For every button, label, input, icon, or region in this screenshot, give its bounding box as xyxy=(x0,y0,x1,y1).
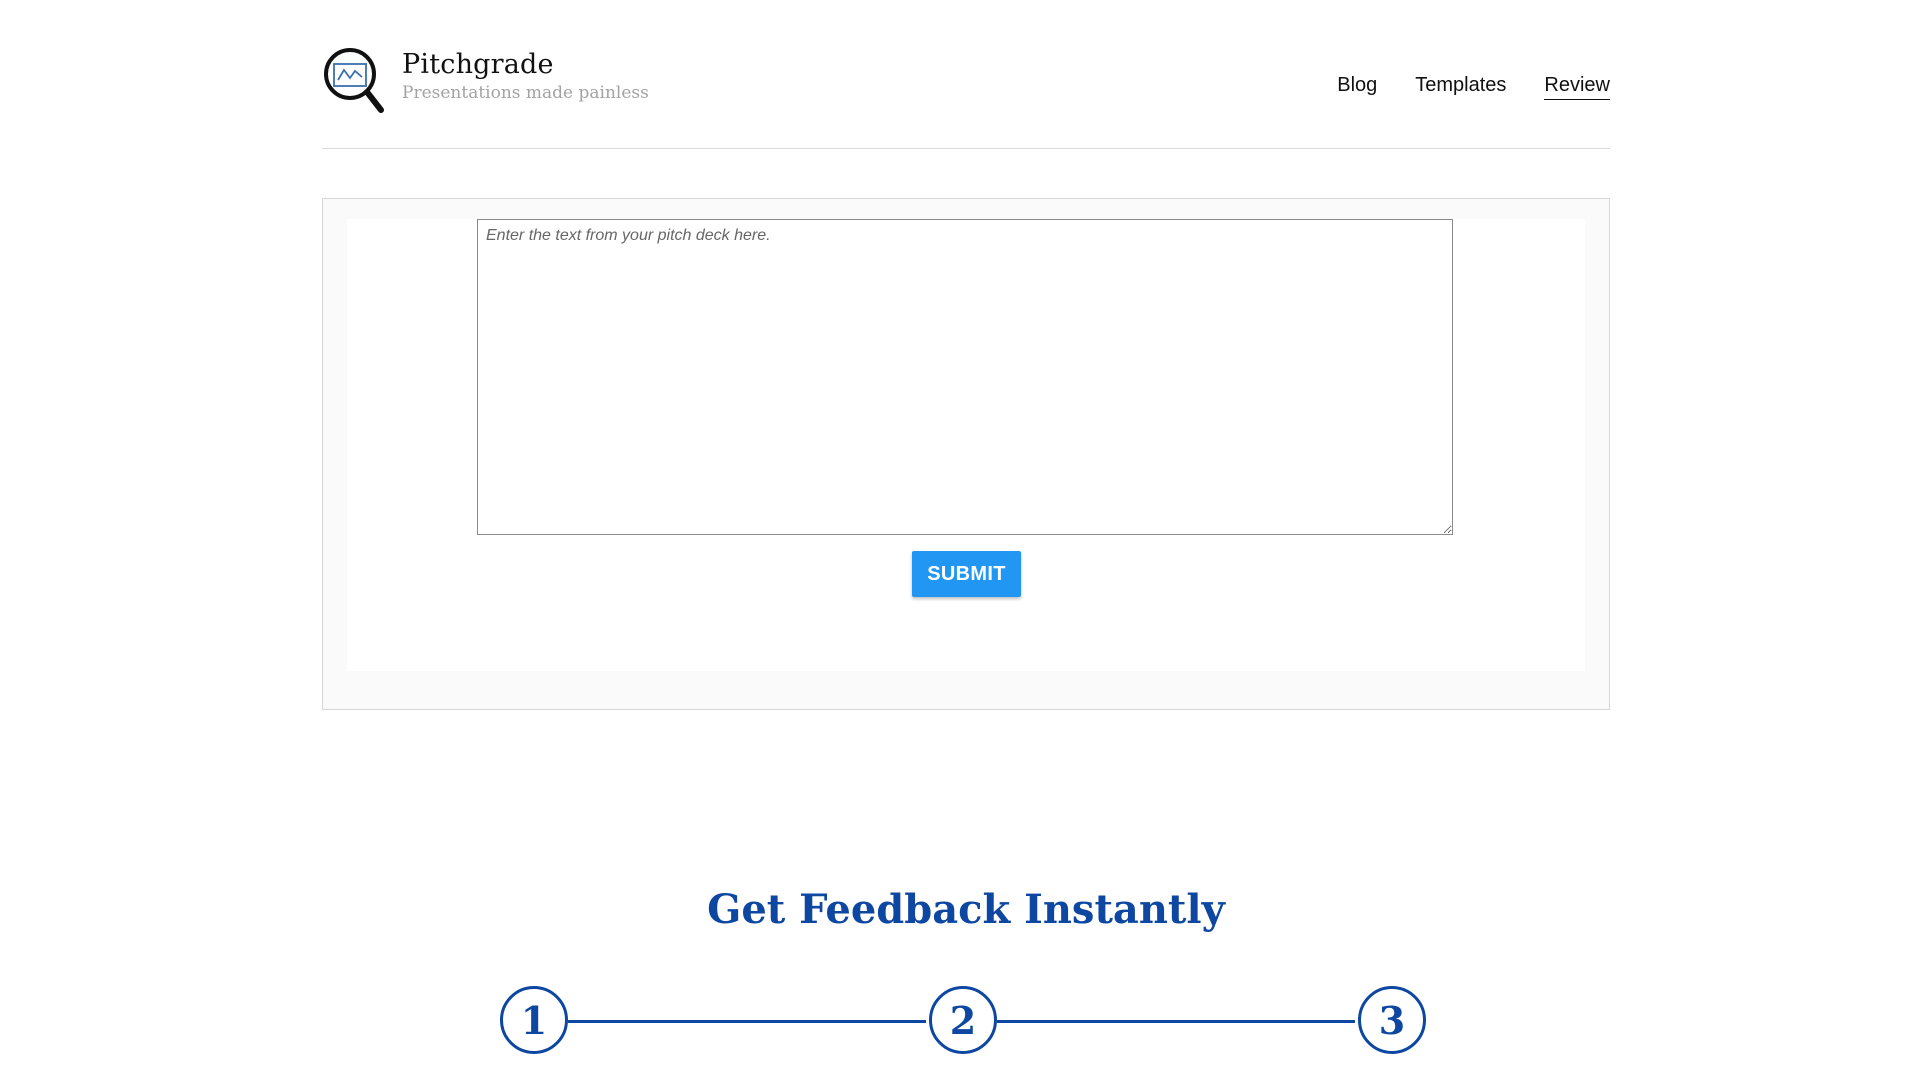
review-form: SUBMIT xyxy=(347,219,1585,671)
brand-title[interactable]: Pitchgrade xyxy=(402,48,649,82)
step-2-circle: 2 xyxy=(929,986,997,1054)
steps-timeline: 1 2 3 xyxy=(322,982,1610,1062)
nav-item-review[interactable]: Review xyxy=(1544,72,1610,100)
step-connector xyxy=(997,1020,1355,1023)
step-3-circle: 3 xyxy=(1358,986,1426,1054)
main-nav: Blog Templates Review xyxy=(1337,72,1610,100)
submit-button[interactable]: SUBMIT xyxy=(912,551,1021,597)
magnifier-chart-icon[interactable] xyxy=(322,46,386,116)
brand-block: Pitchgrade Presentations made painless xyxy=(402,48,649,104)
review-form-panel: SUBMIT xyxy=(322,198,1610,710)
main-container: Pitchgrade Presentations made painless B… xyxy=(322,0,1610,1054)
site-header: Pitchgrade Presentations made painless B… xyxy=(322,0,1610,149)
step-1-circle: 1 xyxy=(500,986,568,1054)
page: Pitchgrade Presentations made painless B… xyxy=(0,0,1920,1080)
pitch-deck-textarea[interactable] xyxy=(477,219,1453,535)
nav-item-blog[interactable]: Blog xyxy=(1337,72,1377,100)
brand-tagline: Presentations made painless xyxy=(402,83,649,103)
nav-item-templates[interactable]: Templates xyxy=(1415,72,1506,100)
feedback-section-title: Get Feedback Instantly xyxy=(707,886,1225,933)
step-connector xyxy=(568,1020,926,1023)
